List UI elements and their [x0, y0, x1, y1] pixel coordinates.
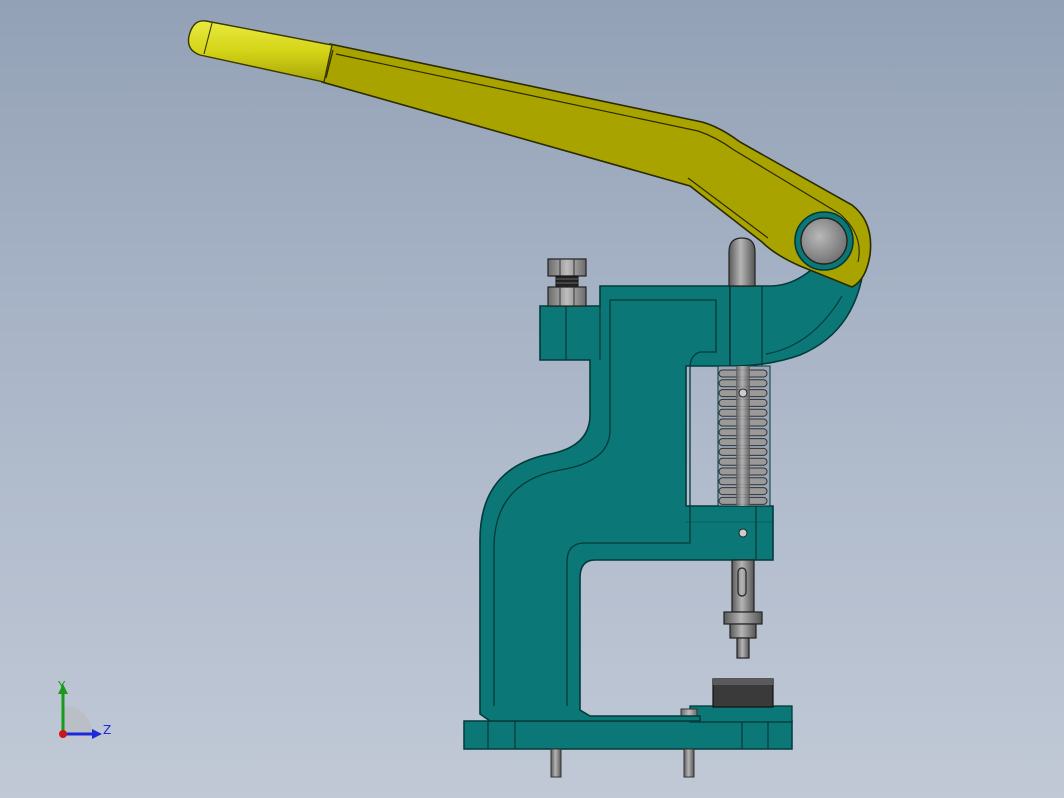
- axis-triad: Y Z: [57, 679, 111, 739]
- origin-icon: [59, 730, 67, 738]
- z-axis-label: Z: [103, 723, 111, 737]
- handle-grip[interactable]: [187, 20, 333, 83]
- graphics-viewport[interactable]: Y Z: [0, 0, 1064, 798]
- pivot-pin[interactable]: [794, 211, 854, 271]
- triad-plane: [63, 706, 93, 734]
- adjust-nut[interactable]: [547, 258, 587, 307]
- z-arrow-icon: [92, 729, 102, 739]
- y-axis-label: Y: [57, 679, 66, 693]
- lever-handle[interactable]: [321, 43, 872, 288]
- press-model[interactable]: [0, 0, 1064, 798]
- anvil-die[interactable]: [712, 678, 774, 708]
- press-frame[interactable]: [479, 254, 866, 722]
- punch-die[interactable]: [723, 611, 763, 659]
